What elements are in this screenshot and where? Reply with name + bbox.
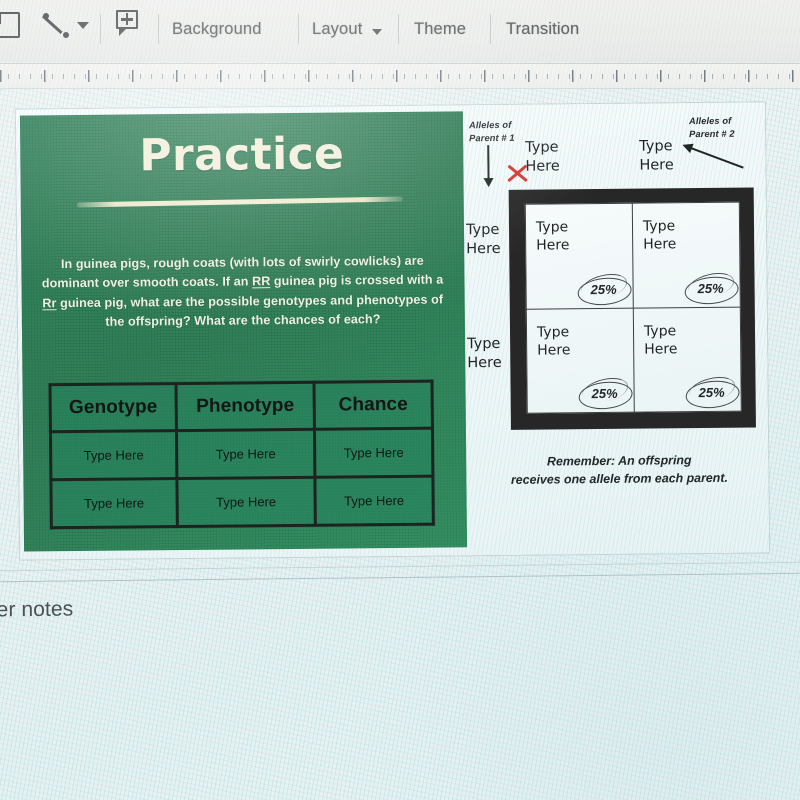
punnett-row-header-2[interactable]: Type Here xyxy=(467,335,502,372)
notes-divider xyxy=(0,572,800,583)
horizontal-ruler[interactable] xyxy=(0,63,800,89)
line-endpoint-start xyxy=(43,13,49,19)
body-text-genotype-rr-dominant: RR xyxy=(251,274,271,289)
line-endpoint-end xyxy=(63,32,69,38)
body-text-part3: guinea pig, what are the possible genoty… xyxy=(56,292,444,329)
line-dropdown-caret-icon[interactable] xyxy=(77,22,89,29)
punnett-cell-4-percent-annotation: 25% xyxy=(684,372,741,411)
table-row[interactable]: Type Here Type Here Type Here xyxy=(50,428,433,480)
screenshot-root: Background Layout Theme Transition Pract… xyxy=(0,0,800,800)
speaker-notes-label[interactable]: ker notes xyxy=(0,598,73,623)
punnett-row-header-1[interactable]: Type Here xyxy=(466,221,501,258)
toolbar-divider xyxy=(490,14,491,44)
punnett-cell-1-percent: 25% xyxy=(590,281,617,297)
punnett-cell-4-text[interactable]: Type Here xyxy=(644,322,678,358)
genotype-phenotype-chance-table[interactable]: Genotype Phenotype Chance Type Here Type… xyxy=(48,379,435,530)
add-comment-icon[interactable] xyxy=(116,10,144,37)
table-cell-phenotype-2[interactable]: Type Here xyxy=(176,477,316,527)
punnett-cell-2-percent-annotation: 25% xyxy=(683,268,740,306)
plus-vertical xyxy=(125,13,129,26)
body-text-genotype-rr-het: Rr xyxy=(42,296,57,311)
cross-x-icon xyxy=(505,163,528,185)
punnett-grid-row: Type Here 25% Type Here 25% xyxy=(526,306,742,414)
layout-dropdown-caret-icon[interactable] xyxy=(372,29,382,35)
toolbar-divider xyxy=(100,14,101,44)
table-cell-genotype-2[interactable]: Type Here xyxy=(50,478,178,528)
toolbar-layout-button[interactable]: Layout xyxy=(312,20,362,39)
punnett-cell-4[interactable]: Type Here 25% xyxy=(633,306,742,413)
punnett-column-header-1[interactable]: Type Here xyxy=(525,138,560,175)
punnett-cell-2-text[interactable]: Type Here xyxy=(643,217,677,253)
punnett-cell-1-text[interactable]: Type Here xyxy=(536,218,570,254)
punnett-cell-1-percent-annotation: 25% xyxy=(576,269,633,308)
alleles-of-parent-2-label: Alleles of Parent # 2 xyxy=(688,115,735,139)
table-header-phenotype: Phenotype xyxy=(175,382,315,431)
parent-1-arrow-icon xyxy=(487,145,490,182)
punnett-cell-3-percent-annotation: 25% xyxy=(577,373,634,412)
table-row[interactable]: Type Here Type Here Type Here xyxy=(50,476,434,528)
alleles-of-parent-1-label: Alleles of Parent # 1 xyxy=(468,119,515,143)
table-header-chance: Chance xyxy=(313,381,433,430)
comment-bubble-tail xyxy=(119,29,126,36)
toolbar-transition-button[interactable]: Transition xyxy=(506,20,579,39)
table-cell-genotype-1[interactable]: Type Here xyxy=(50,430,177,480)
slide-body-text[interactable]: In guinea pigs, rough coats (with lots o… xyxy=(35,251,450,333)
title-underline-brushstroke xyxy=(76,196,403,208)
punnett-grid-row: Type Here 25% Type Here 25% xyxy=(525,202,741,309)
toolbar-divider xyxy=(298,14,299,44)
text-box-icon[interactable] xyxy=(0,12,20,38)
body-text-part2: guinea pig is crossed with a xyxy=(270,272,444,289)
toolbar-divider xyxy=(398,14,399,44)
parent-2-arrow-icon xyxy=(690,147,744,169)
punnett-column-header-2[interactable]: Type Here xyxy=(639,137,674,174)
notes-divider-top xyxy=(0,561,800,572)
table-header-row: Genotype Phenotype Chance xyxy=(50,381,433,432)
punnett-cell-3[interactable]: Type Here 25% xyxy=(526,307,635,414)
remember-note-text[interactable]: Remember: An offspring receives one alle… xyxy=(478,450,760,489)
table-header-genotype: Genotype xyxy=(50,383,177,432)
punnett-square-area: Alleles of Parent # 1 Alleles of Parent … xyxy=(463,102,769,555)
slide-green-panel: Practice In guinea pigs, rough coats (wi… xyxy=(19,111,468,552)
slide-title[interactable]: Practice xyxy=(20,127,463,182)
punnett-cell-3-percent: 25% xyxy=(591,385,618,402)
punnett-square-frame: Type Here 25% Type Here 25% Type Here 25… xyxy=(508,187,756,430)
ruler-minor-ticks xyxy=(8,74,798,79)
toolbar-background-button[interactable]: Background xyxy=(172,20,262,39)
punnett-cell-3-text[interactable]: Type Here xyxy=(537,323,571,359)
punnett-cell-1[interactable]: Type Here 25% xyxy=(525,203,634,309)
table-cell-chance-1[interactable]: Type Here xyxy=(314,428,433,478)
line-tool-icon[interactable] xyxy=(41,12,72,38)
table-cell-chance-2[interactable]: Type Here xyxy=(314,476,434,526)
punnett-cell-2[interactable]: Type Here 25% xyxy=(632,202,741,308)
punnett-square-grid[interactable]: Type Here 25% Type Here 25% Type Here 25… xyxy=(524,201,742,414)
table-cell-phenotype-1[interactable]: Type Here xyxy=(176,429,315,479)
toolbar-theme-button[interactable]: Theme xyxy=(414,20,466,39)
punnett-cell-4-percent: 25% xyxy=(698,384,725,401)
slides-toolbar: Background Layout Theme Transition xyxy=(0,0,800,62)
toolbar-divider xyxy=(158,14,159,44)
slide-canvas[interactable]: Practice In guinea pigs, rough coats (wi… xyxy=(15,102,770,560)
punnett-cell-2-percent: 25% xyxy=(697,280,724,296)
